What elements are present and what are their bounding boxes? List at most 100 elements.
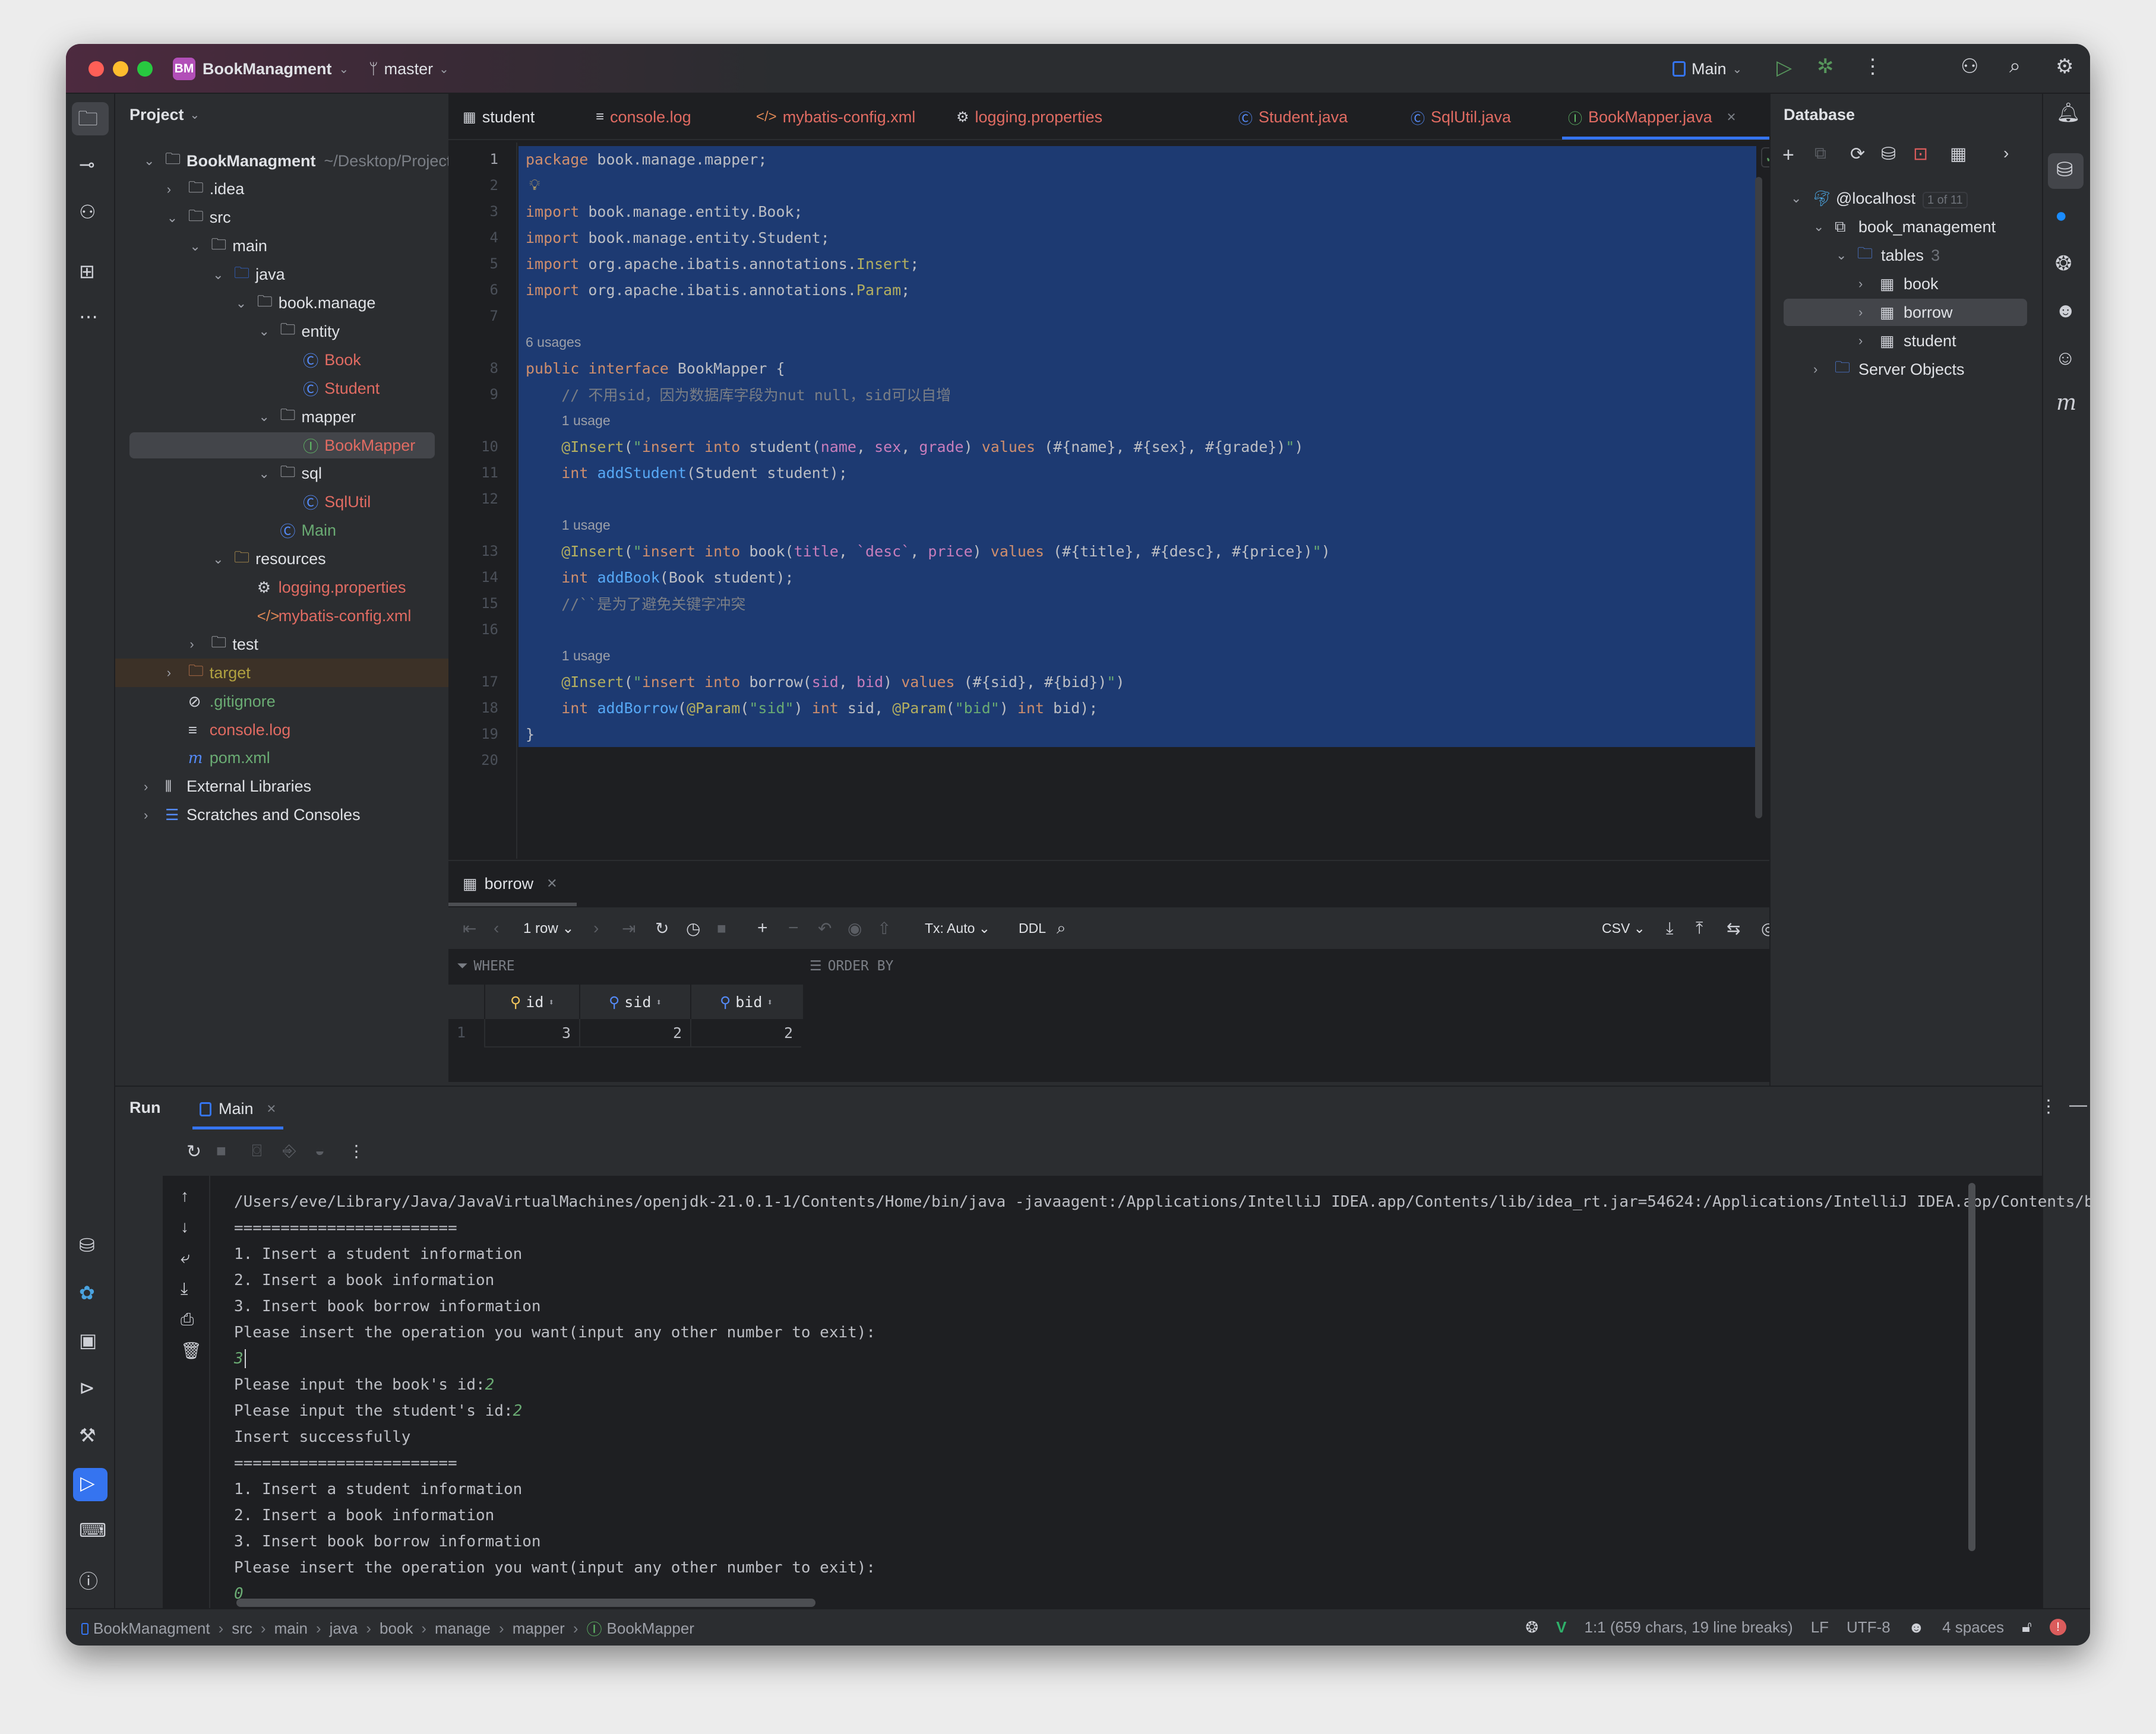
order-by-filter[interactable]: ☰ ORDER BY — [810, 958, 893, 974]
editor-vertical-scrollbar[interactable] — [1755, 177, 1762, 818]
code-line[interactable]: 2 💡︎ — [448, 172, 1769, 198]
code-line[interactable]: 5 import org.apache.ibatis.annotations.In… — [448, 251, 1769, 277]
code-line[interactable]: 1 package book.manage.mapper; — [448, 146, 1769, 172]
code-line[interactable]: 16 — [448, 616, 1769, 643]
ai-assistant-icon[interactable]: ❂ — [2055, 252, 2072, 276]
chevron-down-icon[interactable]: ⌄ — [189, 239, 200, 254]
push-icon[interactable]: ⇧ — [877, 919, 891, 938]
cell-sid[interactable]: 2 — [579, 1019, 690, 1048]
print-icon[interactable]: ⎙ — [181, 1310, 194, 1330]
structure-icon[interactable]: ⊞ — [79, 260, 95, 283]
column-header-id[interactable]: ⚲ id ⬍ — [484, 985, 579, 1019]
tree-item-scratches-and-consoles[interactable]: › ☰ Scratches and Consoles — [115, 801, 448, 830]
add-user-icon[interactable]: ⚇ — [1961, 55, 1978, 78]
tree-item-book[interactable]: Ⓒ Book — [115, 346, 448, 374]
prev-page-icon[interactable]: ‹ — [494, 919, 499, 938]
refresh-icon[interactable]: ⟳ — [1850, 144, 1865, 164]
code-line[interactable]: 12 — [448, 486, 1769, 512]
chevron-down-icon[interactable]: ⌄ — [213, 267, 223, 283]
export-format-selector[interactable]: CSV ⌄ — [1602, 920, 1645, 936]
folder-icon[interactable]: 🗀 — [78, 105, 98, 138]
breadcrumb-item[interactable]: src — [232, 1619, 252, 1638]
chevron-down-icon[interactable]: ⌄ — [1813, 219, 1824, 235]
db-item-student[interactable]: › ▦ student — [1771, 327, 2043, 355]
submit-icon[interactable]: ◉ — [848, 919, 862, 938]
tree-item-main[interactable]: Ⓒ Main — [115, 517, 448, 545]
console-horizontal-scrollbar[interactable] — [236, 1599, 815, 1607]
tree-item-target[interactable]: › 🗀 target — [115, 659, 448, 688]
terminal-icon[interactable]: ⌨ — [79, 1519, 106, 1542]
project-switcher[interactable]: BM BookManagment ⌄ — [173, 57, 349, 81]
chevron-right-icon[interactable]: › — [144, 808, 148, 823]
sort-icon[interactable]: ⬍ — [656, 996, 662, 1008]
minimize-window-button[interactable] — [113, 61, 128, 77]
chevron-down-icon[interactable]: ⌄ — [236, 296, 246, 311]
code-line[interactable]: 7 — [448, 303, 1769, 329]
db-item-book[interactable]: › ▦ book — [1771, 270, 2043, 298]
console-vertical-scrollbar[interactable] — [1968, 1183, 1975, 1551]
compare-icon[interactable]: ⇆ — [1727, 919, 1740, 938]
search-icon[interactable]: ⌕ — [1057, 919, 1066, 938]
usages-label[interactable]: 1 usage — [562, 648, 611, 664]
branch-switcher[interactable]: ᛘ master ⌄ — [369, 57, 449, 81]
tree-item-entity[interactable]: ⌄ 🗀 entity — [115, 317, 448, 346]
tree-item--idea[interactable]: › 🗀 .idea — [115, 175, 448, 204]
data-source-properties-icon[interactable]: ⛁ — [1881, 144, 1896, 164]
download-icon[interactable]: ⤓ — [1666, 919, 1673, 938]
tree-item-main[interactable]: ⌄ 🗀 main — [115, 232, 448, 261]
cell-id[interactable]: 3 — [484, 1019, 579, 1048]
sort-icon[interactable]: ⬍ — [548, 996, 554, 1008]
screenshot-icon[interactable]: ⌼ — [252, 1141, 262, 1161]
db-item-book-management[interactable]: ⌄ ⧉ book_management — [1771, 213, 2043, 241]
more-actions-icon[interactable]: ⋮ — [1863, 55, 1883, 78]
copilot-chat-icon[interactable]: ☺ — [2055, 347, 2076, 370]
code-line[interactable]: 17 @Insert("insert into borrow(sid, bid)… — [448, 669, 1769, 695]
code-line[interactable]: 9 // 不用sid，因为数据库字段为nut null，sid可以自增 — [448, 381, 1769, 407]
tree-item-bookmanagment[interactable]: ⌄ 🗀 BookManagment ~/Desktop/Projects — [115, 147, 459, 175]
play-circle-icon[interactable]: ⊳ — [79, 1377, 95, 1399]
chevron-right-icon[interactable]: › — [189, 637, 194, 652]
tree-item-java[interactable]: ⌄ 🗀 java — [115, 261, 448, 289]
tx-mode-selector[interactable]: Tx: Auto ⌄ — [925, 920, 990, 936]
next-page-icon[interactable]: › — [593, 919, 599, 938]
breadcrumb-item[interactable]: Ⓘ BookMapper — [587, 1618, 694, 1640]
tab-console-log[interactable]: ≡ console.log — [596, 94, 691, 140]
where-filter[interactable]: ⏷ WHERE — [457, 958, 515, 974]
tree-item-sqlutil[interactable]: Ⓒ SqlUtil — [115, 488, 448, 517]
dump-threads-icon[interactable]: ◒ — [315, 1141, 325, 1160]
breadcrumb-item[interactable]: main — [274, 1619, 308, 1638]
chevron-down-icon[interactable]: ⌄ — [144, 153, 154, 169]
more-icon[interactable]: ⋯ — [79, 305, 98, 328]
services-icon[interactable]: ▣ — [79, 1329, 97, 1352]
chat-icon[interactable]: ● — [2055, 204, 2068, 227]
search-icon[interactable]: ⌕ — [2009, 55, 2021, 78]
chevron-right-icon[interactable]: › — [1813, 362, 1817, 377]
tab-student-java[interactable]: Ⓒ Student.java — [1238, 94, 1348, 140]
code-line[interactable]: 15 //``是为了避免关键字冲突 — [448, 590, 1769, 616]
breadcrumb-item[interactable]: book — [380, 1619, 413, 1638]
chevron-down-icon[interactable]: ⌄ — [1791, 191, 1801, 206]
scroll-down-icon[interactable]: ↓ — [181, 1217, 189, 1236]
db-item-server-objects[interactable]: › 🗀 Server Objects — [1771, 355, 2043, 384]
tree-item-student[interactable]: Ⓒ Student — [115, 374, 448, 403]
tree-item-resources[interactable]: ⌄ 🗀 resources — [115, 545, 448, 574]
close-window-button[interactable] — [88, 61, 104, 77]
lock-icon[interactable]: 🔓︎ — [2022, 1618, 2032, 1637]
cell-bid[interactable]: 2 — [690, 1019, 801, 1048]
copilot-status-icon[interactable]: ☻ — [1908, 1618, 1924, 1637]
run-more-icon[interactable]: ⋮ — [2040, 1096, 2057, 1117]
chevron-right-icon[interactable]: › — [1858, 333, 1863, 349]
revert-icon[interactable]: ↶ — [818, 919, 832, 938]
git-people-icon[interactable]: ⚇ — [79, 201, 96, 223]
lightbulb-icon[interactable]: 💡︎ — [529, 176, 540, 195]
delete-row-icon[interactable]: − — [788, 918, 799, 938]
problems-icon[interactable]: ⓘ — [79, 1567, 98, 1594]
indent-setting[interactable]: 4 spaces — [1942, 1618, 2004, 1637]
ai-status-icon[interactable]: ❂ — [1525, 1618, 1538, 1637]
run-config-selector[interactable]: Main ⌄ — [1673, 57, 1742, 81]
commit-icon[interactable]: ⊸ — [79, 153, 95, 176]
vim-icon[interactable]: V — [1556, 1618, 1566, 1637]
tree-item-sql[interactable]: ⌄ 🗀 sql — [115, 460, 448, 488]
column-header-bid[interactable]: ⚲ bid ⬍ — [690, 985, 801, 1019]
last-page-icon[interactable]: ⇥ — [622, 919, 636, 938]
